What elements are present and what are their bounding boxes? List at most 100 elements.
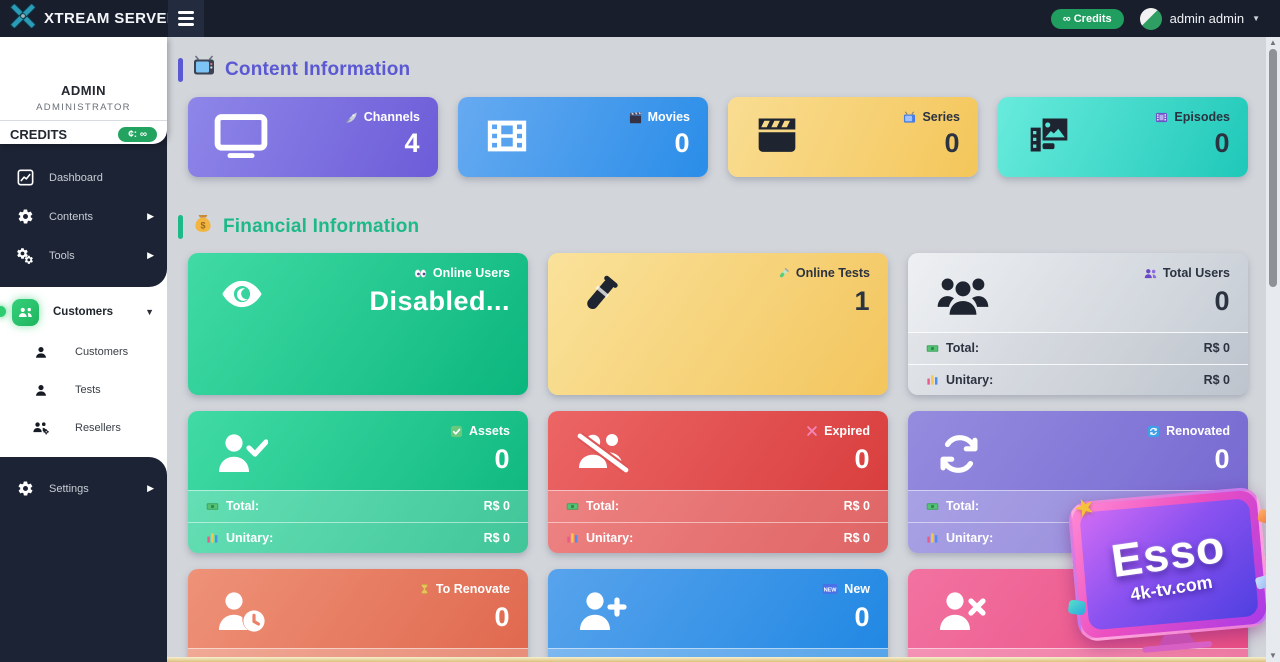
chevron-down-icon	[1252, 14, 1260, 23]
users-icon	[936, 273, 990, 322]
topbar: XTREAM SERVER ∞ Credits admin admin	[0, 0, 1280, 37]
bar-chart-icon	[926, 373, 939, 386]
card-value: Disabled...	[369, 286, 510, 317]
chevron-down-icon	[145, 307, 154, 317]
card-label-text: Renovated	[1166, 424, 1230, 438]
row-value: R$ 0	[1204, 373, 1230, 387]
tv-icon	[192, 55, 216, 84]
submenu-item-tests[interactable]: Tests	[0, 371, 167, 409]
user-clock-icon	[216, 589, 268, 638]
sidebar-menu: Dashboard Contents	[0, 144, 167, 275]
sidebar-item-contents[interactable]: Contents	[0, 197, 167, 236]
svg-text:$: $	[200, 221, 205, 231]
vertical-scrollbar[interactable]	[1266, 37, 1280, 662]
sidebar-item-customers[interactable]: Customers	[0, 291, 167, 333]
card-value: 0	[944, 128, 960, 159]
profile-card: ADMIN ADMINISTRATOR CREDITS ¢: ∞	[0, 37, 167, 144]
sidebar-item-settings[interactable]: Settings	[0, 469, 167, 508]
row-value: R$ 0	[844, 531, 870, 545]
vial-icon	[576, 273, 622, 324]
card-label-text: Movies	[648, 110, 690, 124]
card-value: 0	[854, 444, 870, 475]
card-label-text: Online Users	[433, 266, 510, 280]
to-renovate-card: To Renovate 0	[188, 569, 528, 662]
card-label-text: Expired	[824, 424, 870, 438]
scroll-down-arrow-icon[interactable]	[1266, 650, 1280, 662]
satellite-icon	[345, 111, 358, 124]
row-label: Unitary:	[586, 531, 633, 545]
film-frames-icon	[1155, 111, 1168, 124]
eyes-icon	[414, 267, 427, 280]
rotate-icon	[936, 431, 982, 482]
card-value: 1	[854, 286, 870, 317]
accent-bar	[178, 58, 183, 82]
brand: XTREAM SERVER	[0, 4, 158, 33]
series-card: Series 0	[728, 97, 978, 177]
users-slash-icon	[576, 431, 630, 480]
user-xmark-icon	[936, 589, 988, 638]
banknote-icon	[566, 500, 579, 513]
row-label: Total:	[946, 499, 979, 513]
brand-name: XTREAM SERVER	[44, 10, 178, 27]
submenu-item-label: Resellers	[75, 422, 121, 434]
credits-badge[interactable]: ∞ Credits	[1051, 9, 1124, 29]
eye-icon	[216, 273, 268, 320]
row-label: Total:	[586, 499, 619, 513]
row-label: Unitary:	[946, 531, 993, 545]
episodes-card: Episodes 0	[998, 97, 1248, 177]
expired-card: Expired 0 Total: R$ 0	[548, 411, 888, 553]
test-tube-icon	[777, 267, 790, 280]
submenu-item-label: Customers	[75, 346, 128, 358]
row-value: R$ 0	[1204, 341, 1230, 355]
unitary-row: Unitary: R$ 0	[908, 364, 1248, 396]
clapper-icon	[629, 111, 642, 124]
bar-chart-icon	[206, 531, 219, 544]
scrollbar-thumb[interactable]	[1269, 49, 1277, 287]
online-tests-card: Online Tests 1	[548, 253, 888, 395]
active-indicator-dot	[0, 306, 6, 317]
sidebar-toggle-button[interactable]	[168, 0, 204, 37]
profile-role: ADMINISTRATOR	[36, 102, 131, 113]
total-row: Total: R$ 0	[908, 332, 1248, 364]
submenu-item-customers[interactable]: Customers	[0, 333, 167, 371]
unitary-row: Unitary: R$ 0	[188, 522, 528, 554]
banknote-icon	[926, 500, 939, 513]
user-icon	[31, 383, 51, 398]
section-title-text: Content Information	[225, 59, 410, 81]
new-badge-icon: NEW	[822, 583, 838, 595]
card-value: 0	[494, 602, 510, 633]
card-value: 0	[1214, 286, 1230, 317]
total-row: Total: R$ 0	[188, 490, 528, 522]
photo-film-icon	[1024, 113, 1074, 162]
tv-icon	[903, 111, 916, 124]
card-value: 0	[854, 602, 870, 633]
x-icon	[806, 425, 818, 437]
card-label-text: Online Tests	[796, 266, 870, 280]
avatar	[1140, 8, 1162, 30]
user-plus-icon	[576, 589, 628, 638]
submenu-item-resellers[interactable]: Resellers	[0, 409, 167, 447]
banknote-icon	[206, 500, 219, 513]
card-label-text: Assets	[469, 424, 510, 438]
sidebar-item-label: Settings	[49, 483, 89, 495]
content-section-title: Content Information	[178, 55, 410, 84]
film-icon	[484, 113, 530, 164]
row-label: Unitary:	[946, 373, 993, 387]
svg-text:NEW: NEW	[824, 588, 838, 594]
card-label-text: Series	[922, 110, 960, 124]
sidebar-item-tools[interactable]: Tools	[0, 236, 167, 275]
card-label-text: New	[844, 582, 870, 596]
sidebar-item-dashboard[interactable]: Dashboard	[0, 158, 167, 197]
user-menu[interactable]: admin admin	[1140, 8, 1260, 30]
chevron-right-icon	[147, 483, 154, 494]
chevron-right-icon	[147, 211, 154, 222]
monitor-icon	[214, 113, 268, 164]
sidebar-item-label: Tools	[49, 250, 75, 262]
scroll-up-arrow-icon[interactable]	[1266, 37, 1280, 49]
gears-icon	[15, 247, 35, 265]
hourglass-icon	[419, 583, 430, 595]
clapperboard-icon	[754, 113, 800, 162]
decor-tile-icon	[1068, 600, 1087, 616]
row-label: Total:	[226, 499, 259, 513]
card-value: 0	[1214, 444, 1230, 475]
